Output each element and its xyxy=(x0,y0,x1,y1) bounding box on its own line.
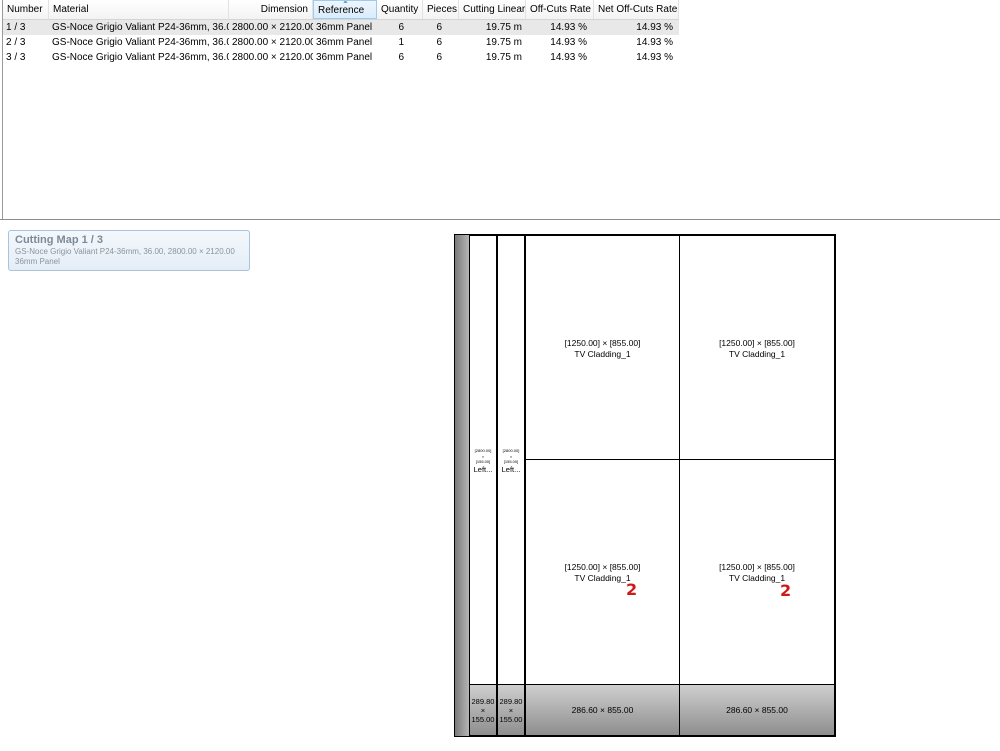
cell-number: 2 / 3 xyxy=(6,37,26,48)
column-header-quantity[interactable]: Quantity xyxy=(377,0,423,19)
column-header-reference-label: Reference xyxy=(318,5,365,16)
offcut-3[interactable]: 286.60 × 855.00 xyxy=(525,684,680,736)
cell-cutting-linear: 19.75 m xyxy=(485,22,522,33)
offcut-1-line2: × xyxy=(480,706,486,715)
strip-1-dim-top: [2800.00] xyxy=(474,448,492,453)
results-grid: Number Material Dimension ▲ Reference Qu… xyxy=(0,0,1000,220)
cutting-map-card[interactable]: Cutting Map 1 / 3 GS-Noce Grigio Valiant… xyxy=(8,230,250,271)
column-header-dimension[interactable]: Dimension xyxy=(229,0,313,19)
column-header-cutting-linear[interactable]: Cutting Linear xyxy=(459,0,526,19)
piece-tv-cladding-4[interactable]: [1250.00] × [855.00] TV Cladding_1 2 xyxy=(679,459,835,685)
offcut-3-label: 286.60 × 855.00 xyxy=(571,705,634,715)
cutting-map-material: GS-Noce Grigio Valiant P24-36mm, 36.00, … xyxy=(15,247,235,256)
piece-2-name: TV Cladding_1 xyxy=(728,349,786,359)
offcut-2-line3: 155.00 xyxy=(499,715,523,724)
piece-tv-cladding-1[interactable]: [1250.00] × [855.00] TV Cladding_1 xyxy=(525,235,680,460)
cutting-map-title: Cutting Map 1 / 3 xyxy=(15,234,103,246)
table-row[interactable]: 1 / 3 GS-Noce Grigio Valiant P24-36mm, 3… xyxy=(3,20,679,35)
leftover-strip-1[interactable]: [2800.00] × [155.00] Left... xyxy=(469,235,497,685)
cell-net-offcuts-rate: 14.93 % xyxy=(636,22,673,33)
cell-number: 1 / 3 xyxy=(6,22,26,33)
cell-material: GS-Noce Grigio Valiant P24-36mm, 36.00 xyxy=(52,22,229,33)
strip-1-name: Left... xyxy=(473,465,493,474)
cell-net-offcuts-rate: 14.93 % xyxy=(636,37,673,48)
cell-reference: 36mm Panel xyxy=(316,22,373,33)
cell-reference: 36mm Panel xyxy=(316,52,373,63)
column-header-number[interactable]: Number xyxy=(3,0,49,19)
cell-cutting-linear: 19.75 m xyxy=(485,37,522,48)
column-header-reference[interactable]: ▲ Reference xyxy=(313,0,377,19)
column-header-pieces[interactable]: Pieces xyxy=(423,0,459,19)
piece-tv-cladding-2[interactable]: [1250.00] × [855.00] TV Cladding_1 xyxy=(679,235,835,460)
cell-quantity: 1 xyxy=(398,37,404,48)
piece-tv-cladding-3[interactable]: [1250.00] × [855.00] TV Cladding_1 2 xyxy=(525,459,680,685)
cell-pieces: 6 xyxy=(436,52,442,63)
cell-quantity: 6 xyxy=(398,22,404,33)
sort-ascending-icon: ▲ xyxy=(342,0,349,5)
piece-3-dim: [1250.00] × [855.00] xyxy=(564,562,641,572)
offcut-2-line2: × xyxy=(508,706,514,715)
leftover-strip-2[interactable]: [2800.00] × [155.00] Left... xyxy=(497,235,525,685)
cell-dimension: 2800.00 × 2120.00 xyxy=(232,52,313,63)
cutting-map-panel: [2800.00] × [155.00] Left... [2800.00] ×… xyxy=(454,234,836,737)
piece-1-name: TV Cladding_1 xyxy=(574,349,631,359)
cell-dimension: 2800.00 × 2120.00 xyxy=(232,22,313,33)
piece-4-name: TV Cladding_1 xyxy=(728,573,786,583)
piece-3-name: TV Cladding_1 xyxy=(574,573,631,583)
cell-dimension: 2800.00 × 2120.00 xyxy=(232,37,313,48)
offcut-2[interactable]: 289.80 × 155.00 xyxy=(497,684,525,736)
handwritten-annotation-2: 2 xyxy=(780,581,792,600)
cell-cutting-linear: 19.75 m xyxy=(485,52,522,63)
cell-offcuts-rate: 14.93 % xyxy=(550,22,587,33)
cell-material: GS-Noce Grigio Valiant P24-36mm, 36.00 xyxy=(52,52,229,63)
cell-number: 3 / 3 xyxy=(6,52,26,63)
offcut-4-label: 286.60 × 855.00 xyxy=(726,705,788,715)
piece-2-dim: [1250.00] × [855.00] xyxy=(719,338,795,348)
handwritten-annotation-1: 2 xyxy=(626,580,638,599)
table-row[interactable]: 3 / 3 GS-Noce Grigio Valiant P24-36mm, 3… xyxy=(3,50,679,65)
strip-1-dim-bottom: [155.00] xyxy=(475,459,491,464)
column-header-material[interactable]: Material xyxy=(49,0,229,19)
cell-material: GS-Noce Grigio Valiant P24-36mm, 36.00 xyxy=(52,37,229,48)
cutting-map-reference: 36mm Panel xyxy=(15,257,60,266)
cell-reference: 36mm Panel xyxy=(316,37,373,48)
column-header-offcuts-rate[interactable]: Off-Cuts Rate xyxy=(526,0,594,19)
piece-4-dim: [1250.00] × [855.00] xyxy=(719,562,795,572)
offcut-2-line1: 289.80 xyxy=(499,697,523,706)
cell-offcuts-rate: 14.93 % xyxy=(550,52,587,63)
offcut-1[interactable]: 289.80 × 155.00 xyxy=(469,684,497,736)
strip-2-dim-top: [2800.00] xyxy=(502,448,520,453)
offcut-1-line3: 155.00 xyxy=(471,715,495,724)
strip-2-name: Left... xyxy=(501,465,521,474)
offcut-4[interactable]: 286.60 × 855.00 xyxy=(679,684,835,736)
cell-pieces: 6 xyxy=(436,37,442,48)
trim-strip xyxy=(455,235,469,736)
column-header-net-offcuts-rate[interactable]: Net Off-Cuts Rate xyxy=(594,0,679,19)
piece-1-dim: [1250.00] × [855.00] xyxy=(564,338,641,348)
cell-net-offcuts-rate: 14.93 % xyxy=(636,52,673,63)
grid-header: Number Material Dimension ▲ Reference Qu… xyxy=(3,0,679,20)
strip-2-dim-bottom: [155.00] xyxy=(503,459,519,464)
offcut-1-line1: 289.80 xyxy=(471,697,495,706)
cell-quantity: 6 xyxy=(398,52,404,63)
table-row[interactable]: 2 / 3 GS-Noce Grigio Valiant P24-36mm, 3… xyxy=(3,35,679,50)
cell-pieces: 6 xyxy=(436,22,442,33)
cell-offcuts-rate: 14.93 % xyxy=(550,37,587,48)
